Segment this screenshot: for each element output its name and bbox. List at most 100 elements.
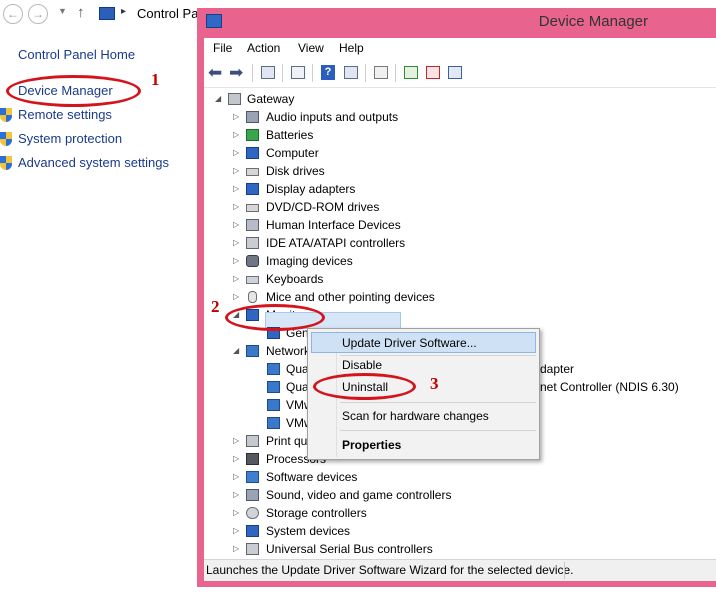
printer-icon: [246, 435, 259, 447]
menu-action[interactable]: Action: [247, 41, 280, 55]
mouse-icon: [248, 291, 257, 303]
expand-chevron-icon[interactable]: ▷: [233, 238, 239, 247]
tree-item-usb-controllers[interactable]: ▷ Universal Serial Bus controllers: [204, 541, 704, 559]
expand-chevron-icon[interactable]: ▷: [233, 472, 239, 481]
system-protection-link[interactable]: System protection: [18, 131, 122, 146]
annotation-number-2: 2: [211, 297, 220, 316]
expand-chevron-icon[interactable]: ▷: [233, 256, 239, 265]
network-adapter-icon: [267, 381, 280, 393]
tree-item-root[interactable]: ◢ Gateway: [204, 91, 704, 109]
menu-bar: File Action View Help: [204, 38, 716, 58]
storage-controller-icon: [246, 507, 259, 519]
tree-item-sound-video[interactable]: ▷ Sound, video and game controllers: [204, 487, 704, 505]
menu-item-scan-hardware[interactable]: Scan for hardware changes: [342, 409, 489, 423]
collapse-chevron-icon[interactable]: ◢: [233, 346, 239, 355]
display-adapter-icon: [246, 183, 259, 195]
advanced-system-settings-link[interactable]: Advanced system settings: [18, 155, 169, 170]
context-menu-separator: [340, 402, 536, 403]
tree-item-imaging-devices[interactable]: ▷ Imaging devices: [204, 253, 704, 271]
network-adapter-icon: [246, 345, 259, 357]
computer-icon: [228, 93, 241, 105]
tree-item-keyboards[interactable]: ▷ Keyboards: [204, 271, 704, 289]
menu-item-disable[interactable]: Disable: [342, 358, 382, 372]
monitor-icon: [246, 147, 259, 159]
expand-chevron-icon[interactable]: ▷: [233, 184, 239, 193]
expand-chevron-icon[interactable]: ▷: [233, 220, 239, 229]
expand-chevron-icon[interactable]: ▷: [233, 130, 239, 139]
properties-icon[interactable]: [289, 64, 307, 82]
tree-item-computer[interactable]: ▷ Computer: [204, 145, 704, 163]
network-adapter-icon: [267, 417, 280, 429]
context-menu-separator: [340, 430, 536, 431]
collapse-chevron-icon[interactable]: ◢: [215, 94, 221, 103]
tree-item-software-devices[interactable]: ▷ Software devices: [204, 469, 704, 487]
help-icon[interactable]: ?: [319, 64, 337, 82]
expand-chevron-icon[interactable]: ▷: [233, 544, 239, 553]
expand-chevron-icon[interactable]: ▷: [233, 274, 239, 283]
remote-settings-link[interactable]: Remote settings: [18, 107, 112, 122]
uninstall-device-icon[interactable]: [424, 64, 442, 82]
device-manager-window: Device Manager File Action View Help ⬅ ➡…: [197, 8, 716, 587]
shield-icon: [0, 156, 12, 170]
recent-locations-chevron-icon[interactable]: ▼: [58, 6, 67, 16]
toolbar: ⬅ ➡ ?: [204, 59, 716, 88]
menu-help[interactable]: Help: [339, 41, 364, 55]
expand-chevron-icon[interactable]: ▷: [233, 508, 239, 517]
expand-chevron-icon[interactable]: ▷: [233, 166, 239, 175]
action-pane-icon[interactable]: [342, 64, 360, 82]
tree-item-storage-controllers[interactable]: ▷ Storage controllers: [204, 505, 704, 523]
up-arrow-icon[interactable]: ↑: [77, 4, 85, 21]
expand-chevron-icon[interactable]: ▷: [233, 292, 239, 301]
network-adapter-icon: [267, 399, 280, 411]
expand-chevron-icon[interactable]: ▷: [233, 454, 239, 463]
tree-item-system-devices[interactable]: ▷ System devices: [204, 523, 704, 541]
disable-device-icon[interactable]: [446, 64, 464, 82]
optical-drive-icon: [246, 204, 259, 212]
expand-chevron-icon[interactable]: ▷: [233, 526, 239, 535]
device-manager-app-icon[interactable]: [206, 14, 222, 28]
breadcrumb-chevron-icon[interactable]: ▸: [121, 6, 126, 17]
annotation-circle-device-manager: [6, 75, 141, 107]
tree-item-dvd-drives[interactable]: ▷ DVD/CD-ROM drives: [204, 199, 704, 217]
context-menu-separator: [340, 355, 536, 356]
menu-file[interactable]: File: [213, 41, 232, 55]
speaker-icon: [246, 111, 259, 123]
menu-view[interactable]: View: [298, 41, 324, 55]
software-device-icon: [246, 471, 259, 483]
expand-chevron-icon[interactable]: ▷: [233, 202, 239, 211]
expand-chevron-icon[interactable]: ▷: [233, 148, 239, 157]
ide-controller-icon: [246, 237, 259, 249]
system-device-icon: [246, 525, 259, 537]
control-panel-home-link[interactable]: Control Panel Home: [18, 47, 135, 62]
menu-item-properties[interactable]: Properties: [342, 438, 401, 452]
shield-icon: [0, 108, 12, 122]
forward-arrow-icon[interactable]: ➡: [229, 64, 247, 82]
tree-item-display-adapters[interactable]: ▷ Display adapters: [204, 181, 704, 199]
expand-chevron-icon[interactable]: ▷: [233, 436, 239, 445]
annotation-number-3: 3: [430, 374, 439, 393]
annotation-number-1: 1: [151, 70, 160, 89]
processor-icon: [246, 453, 259, 465]
back-arrow-icon[interactable]: ⬅: [208, 64, 226, 82]
tree-item-disk-drives[interactable]: ▷ Disk drives: [204, 163, 704, 181]
menu-item-update-driver[interactable]: Update Driver Software...: [342, 336, 477, 350]
status-divider: [564, 562, 565, 579]
forward-icon[interactable]: →: [28, 4, 48, 24]
status-text: Launches the Update Driver Software Wiza…: [206, 563, 574, 577]
disk-drive-icon: [246, 168, 259, 176]
tree-item-hid[interactable]: ▷ Human Interface Devices: [204, 217, 704, 235]
hid-icon: [246, 219, 259, 231]
battery-icon: [246, 129, 259, 141]
title-bar[interactable]: Device Manager: [197, 8, 716, 38]
expand-chevron-icon[interactable]: ▷: [233, 490, 239, 499]
tree-item-ide-controllers[interactable]: ▷ IDE ATA/ATAPI controllers: [204, 235, 704, 253]
camera-icon: [246, 255, 259, 267]
usb-icon: [246, 543, 259, 555]
scan-hardware-icon[interactable]: [372, 64, 390, 82]
update-driver-icon[interactable]: [402, 64, 420, 82]
show-hide-console-tree-icon[interactable]: [259, 64, 277, 82]
tree-item-audio[interactable]: ▷ Audio inputs and outputs: [204, 109, 704, 127]
expand-chevron-icon[interactable]: ▷: [233, 112, 239, 121]
back-icon[interactable]: ←: [3, 4, 23, 24]
tree-item-batteries[interactable]: ▷ Batteries: [204, 127, 704, 145]
